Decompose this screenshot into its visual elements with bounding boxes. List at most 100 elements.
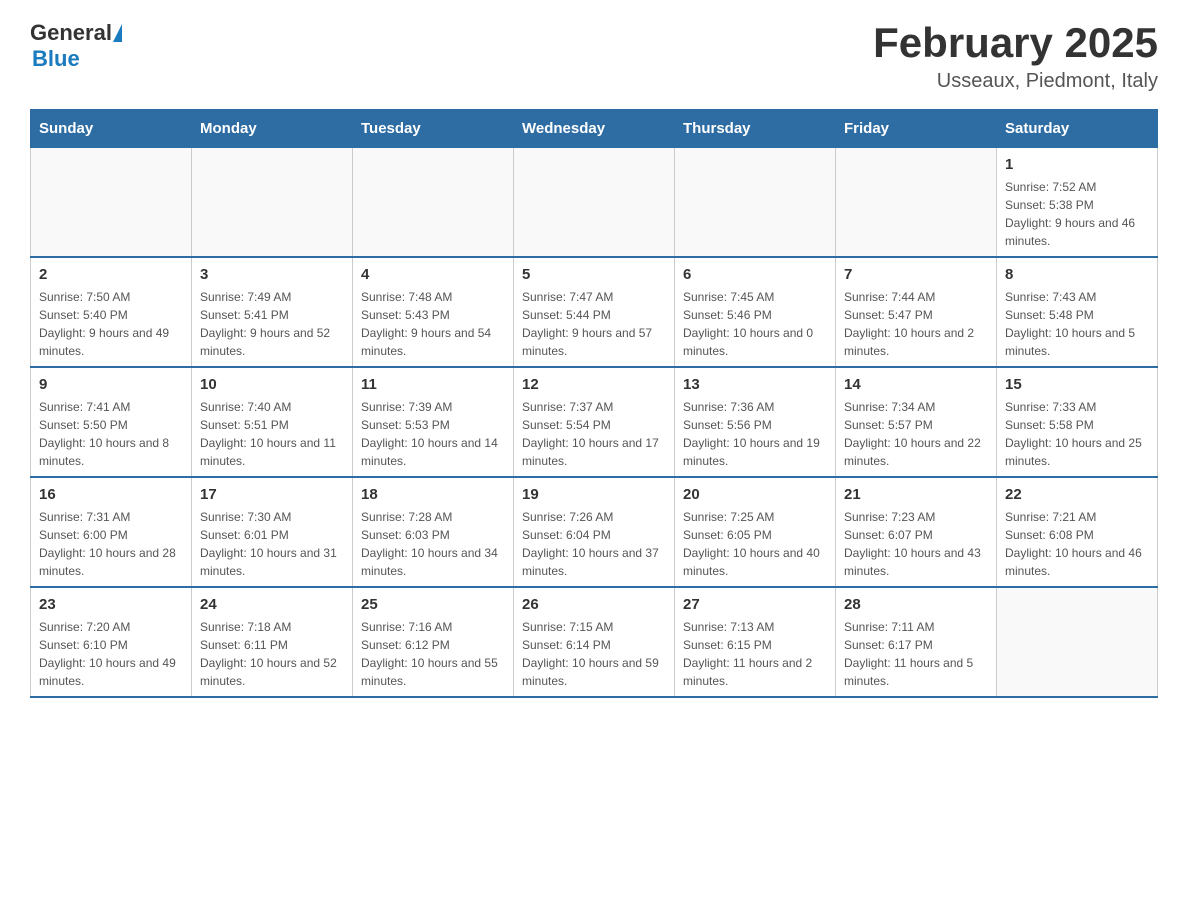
day-number: 8: [1005, 264, 1149, 285]
calendar-cell: 25 Sunrise: 7:16 AMSunset: 6:12 PMDayligh…: [353, 587, 514, 697]
day-info: Sunrise: 7:30 AMSunset: 6:01 PMDaylight:…: [200, 508, 344, 580]
weekday-header-row: SundayMondayTuesdayWednesdayThursdayFrid…: [31, 110, 1158, 148]
calendar-cell: 6Sunrise: 7:45 AMSunset: 5:46 PMDaylight…: [675, 257, 836, 367]
calendar-cell: 27 Sunrise: 7:13 AMSunset: 6:15 PMDayligh…: [675, 587, 836, 697]
calendar-cell: 4Sunrise: 7:48 AMSunset: 5:43 PMDaylight…: [353, 257, 514, 367]
calendar-cell: 8 Sunrise: 7:43 AMSunset: 5:48 PMDaylight…: [997, 257, 1158, 367]
calendar-cell: [997, 587, 1158, 697]
day-number: 25: [361, 594, 505, 615]
calendar-cell: 24Sunrise: 7:18 AMSunset: 6:11 PMDayligh…: [192, 587, 353, 697]
day-info: Sunrise: 7:31 AMSunset: 6:00 PMDaylight:…: [39, 508, 183, 580]
logo-triangle-icon: [113, 24, 122, 42]
calendar-cell: 17 Sunrise: 7:30 AMSunset: 6:01 PMDayligh…: [192, 477, 353, 587]
logo-text-blue: Blue: [30, 46, 122, 72]
day-info: Sunrise: 7:37 AMSunset: 5:54 PMDaylight:…: [522, 398, 666, 470]
day-info: Sunrise: 7:15 AMSunset: 6:14 PMDaylight:…: [522, 618, 666, 690]
calendar-table: SundayMondayTuesdayWednesdayThursdayFrid…: [30, 109, 1158, 698]
calendar-cell: 2 Sunrise: 7:50 AMSunset: 5:40 PMDaylight…: [31, 257, 192, 367]
day-number: 15: [1005, 374, 1149, 395]
day-number: 5: [522, 264, 666, 285]
weekday-header-thursday: Thursday: [675, 110, 836, 148]
day-info: Sunrise: 7:43 AMSunset: 5:48 PMDaylight:…: [1005, 288, 1149, 360]
day-number: 6: [683, 264, 827, 285]
day-number: 19: [522, 484, 666, 505]
day-info: Sunrise: 7:34 AMSunset: 5:57 PMDaylight:…: [844, 398, 988, 470]
day-info: Sunrise: 7:44 AMSunset: 5:47 PMDaylight:…: [844, 288, 988, 360]
day-number: 27: [683, 594, 827, 615]
day-info: Sunrise: 7:49 AMSunset: 5:41 PMDaylight:…: [200, 288, 344, 360]
day-number: 22: [1005, 484, 1149, 505]
day-number: 28: [844, 594, 988, 615]
calendar-cell: 15 Sunrise: 7:33 AMSunset: 5:58 PMDayligh…: [997, 367, 1158, 477]
day-info: Sunrise: 7:18 AMSunset: 6:11 PMDaylight:…: [200, 618, 344, 690]
calendar-cell: 22 Sunrise: 7:21 AMSunset: 6:08 PMDayligh…: [997, 477, 1158, 587]
day-number: 26: [522, 594, 666, 615]
calendar-cell: 21Sunrise: 7:23 AMSunset: 6:07 PMDayligh…: [836, 477, 997, 587]
location-title: Usseaux, Piedmont, Italy: [873, 70, 1158, 93]
calendar-cell: 13Sunrise: 7:36 AMSunset: 5:56 PMDayligh…: [675, 367, 836, 477]
day-info: Sunrise: 7:25 AMSunset: 6:05 PMDaylight:…: [683, 508, 827, 580]
day-number: 16: [39, 484, 183, 505]
logo-text-general: General: [30, 20, 112, 46]
day-info: Sunrise: 7:28 AMSunset: 6:03 PMDaylight:…: [361, 508, 505, 580]
weekday-header-saturday: Saturday: [997, 110, 1158, 148]
day-number: 9: [39, 374, 183, 395]
day-info: Sunrise: 7:50 AMSunset: 5:40 PMDaylight:…: [39, 288, 183, 360]
calendar-cell: [192, 148, 353, 258]
calendar-week-1: 1 Sunrise: 7:52 AMSunset: 5:38 PMDaylight…: [31, 148, 1158, 258]
day-number: 1: [1005, 154, 1149, 175]
calendar-cell: [836, 148, 997, 258]
calendar-cell: [353, 148, 514, 258]
day-number: 14: [844, 374, 988, 395]
weekday-header-friday: Friday: [836, 110, 997, 148]
calendar-cell: 1 Sunrise: 7:52 AMSunset: 5:38 PMDaylight…: [997, 148, 1158, 258]
page-header: General Blue February 2025 Usseaux, Pied…: [30, 20, 1158, 93]
weekday-header-wednesday: Wednesday: [514, 110, 675, 148]
day-number: 17: [200, 484, 344, 505]
day-info: Sunrise: 7:21 AMSunset: 6:08 PMDaylight:…: [1005, 508, 1149, 580]
month-title: February 2025: [873, 20, 1158, 66]
day-info: Sunrise: 7:16 AMSunset: 6:12 PMDaylight:…: [361, 618, 505, 690]
day-number: 23: [39, 594, 183, 615]
day-info: Sunrise: 7:13 AMSunset: 6:15 PMDaylight:…: [683, 618, 827, 690]
calendar-cell: 12 Sunrise: 7:37 AMSunset: 5:54 PMDayligh…: [514, 367, 675, 477]
calendar-week-5: 23 Sunrise: 7:20 AMSunset: 6:10 PMDayligh…: [31, 587, 1158, 697]
day-info: Sunrise: 7:41 AMSunset: 5:50 PMDaylight:…: [39, 398, 183, 470]
calendar-cell: [675, 148, 836, 258]
calendar-week-4: 16 Sunrise: 7:31 AMSunset: 6:00 PMDayligh…: [31, 477, 1158, 587]
weekday-header-monday: Monday: [192, 110, 353, 148]
calendar-week-2: 2 Sunrise: 7:50 AMSunset: 5:40 PMDaylight…: [31, 257, 1158, 367]
day-number: 11: [361, 374, 505, 395]
calendar-cell: 16 Sunrise: 7:31 AMSunset: 6:00 PMDayligh…: [31, 477, 192, 587]
day-info: Sunrise: 7:11 AMSunset: 6:17 PMDaylight:…: [844, 618, 988, 690]
logo: General Blue: [30, 20, 122, 72]
calendar-cell: 3 Sunrise: 7:49 AMSunset: 5:41 PMDaylight…: [192, 257, 353, 367]
calendar-cell: 18Sunrise: 7:28 AMSunset: 6:03 PMDayligh…: [353, 477, 514, 587]
day-info: Sunrise: 7:33 AMSunset: 5:58 PMDaylight:…: [1005, 398, 1149, 470]
calendar-cell: 11Sunrise: 7:39 AMSunset: 5:53 PMDayligh…: [353, 367, 514, 477]
calendar-cell: 9 Sunrise: 7:41 AMSunset: 5:50 PMDaylight…: [31, 367, 192, 477]
calendar-cell: 19 Sunrise: 7:26 AMSunset: 6:04 PMDayligh…: [514, 477, 675, 587]
day-number: 7: [844, 264, 988, 285]
calendar-cell: 28 Sunrise: 7:11 AMSunset: 6:17 PMDayligh…: [836, 587, 997, 697]
calendar-cell: 23 Sunrise: 7:20 AMSunset: 6:10 PMDayligh…: [31, 587, 192, 697]
day-info: Sunrise: 7:40 AMSunset: 5:51 PMDaylight:…: [200, 398, 344, 470]
day-info: Sunrise: 7:26 AMSunset: 6:04 PMDaylight:…: [522, 508, 666, 580]
weekday-header-sunday: Sunday: [31, 110, 192, 148]
weekday-header-tuesday: Tuesday: [353, 110, 514, 148]
day-info: Sunrise: 7:48 AMSunset: 5:43 PMDaylight:…: [361, 288, 505, 360]
calendar-cell: 26 Sunrise: 7:15 AMSunset: 6:14 PMDayligh…: [514, 587, 675, 697]
calendar-cell: [514, 148, 675, 258]
calendar-cell: [31, 148, 192, 258]
day-info: Sunrise: 7:52 AMSunset: 5:38 PMDaylight:…: [1005, 178, 1149, 250]
day-info: Sunrise: 7:23 AMSunset: 6:07 PMDaylight:…: [844, 508, 988, 580]
day-number: 12: [522, 374, 666, 395]
day-number: 2: [39, 264, 183, 285]
day-number: 10: [200, 374, 344, 395]
day-number: 3: [200, 264, 344, 285]
day-info: Sunrise: 7:36 AMSunset: 5:56 PMDaylight:…: [683, 398, 827, 470]
day-info: Sunrise: 7:20 AMSunset: 6:10 PMDaylight:…: [39, 618, 183, 690]
calendar-cell: 14 Sunrise: 7:34 AMSunset: 5:57 PMDayligh…: [836, 367, 997, 477]
calendar-cell: 5Sunrise: 7:47 AMSunset: 5:44 PMDaylight…: [514, 257, 675, 367]
calendar-cell: 20Sunrise: 7:25 AMSunset: 6:05 PMDayligh…: [675, 477, 836, 587]
